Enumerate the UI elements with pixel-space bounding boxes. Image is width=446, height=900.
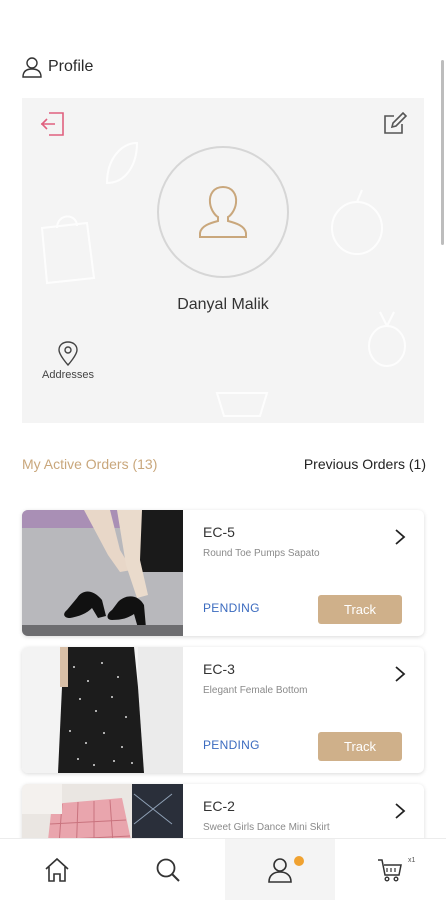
- user-name: Danyal Malik: [177, 296, 269, 313]
- page-header: Profile: [22, 56, 93, 78]
- basket-doodle-icon: [215, 392, 269, 417]
- edit-icon[interactable]: [382, 110, 408, 136]
- order-card[interactable]: EC-3 Elegant Female Bottom PENDING Track: [22, 647, 424, 773]
- order-code: EC-5: [203, 524, 235, 540]
- order-description: Elegant Female Bottom: [203, 685, 308, 696]
- order-image: [22, 510, 183, 636]
- fruit-doodle-icon: [331, 189, 383, 255]
- notification-dot: [294, 856, 304, 866]
- search-icon: [156, 858, 180, 882]
- leaf-doodle-icon: [105, 141, 139, 185]
- tab-previous-orders[interactable]: Previous Orders (1): [304, 456, 426, 472]
- order-code: EC-2: [203, 798, 235, 814]
- location-pin-icon: [58, 341, 78, 367]
- avatar-placeholder-icon: [199, 185, 247, 238]
- scrollbar[interactable]: [441, 60, 444, 245]
- nav-home[interactable]: [22, 839, 92, 900]
- cart-icon: [378, 859, 402, 882]
- page-title: Profile: [48, 58, 94, 75]
- bag-doodle-icon: [40, 215, 96, 285]
- status-badge: PENDING: [203, 601, 260, 615]
- logout-icon[interactable]: [39, 110, 67, 138]
- avatar[interactable]: [157, 146, 289, 278]
- home-icon: [45, 857, 69, 882]
- order-image: [22, 647, 183, 773]
- addresses-label: Addresses: [42, 369, 94, 381]
- addresses-button[interactable]: Addresses: [32, 341, 104, 381]
- order-description: Round Toe Pumps Sapato: [203, 548, 320, 559]
- order-code: EC-3: [203, 661, 235, 677]
- tab-active-orders[interactable]: My Active Orders (13): [22, 456, 157, 472]
- status-badge: PENDING: [203, 738, 260, 752]
- nav-profile[interactable]: [225, 839, 335, 900]
- track-button[interactable]: Track: [318, 732, 402, 761]
- orders-tabs: My Active Orders (13) Previous Orders (1…: [22, 456, 426, 478]
- order-card[interactable]: EC-5 Round Toe Pumps Sapato PENDING Trac…: [22, 510, 424, 636]
- chevron-right-icon[interactable]: [394, 528, 406, 546]
- nav-cart[interactable]: x1: [355, 839, 425, 900]
- track-button[interactable]: Track: [318, 595, 402, 624]
- cart-count: x1: [408, 857, 416, 864]
- user-icon: [22, 57, 42, 78]
- bottom-nav: x1: [0, 838, 446, 900]
- order-description: Sweet Girls Dance Mini Skirt: [203, 822, 330, 833]
- nav-search[interactable]: [133, 839, 203, 900]
- pineapple-doodle-icon: [368, 311, 406, 367]
- chevron-right-icon[interactable]: [394, 665, 406, 683]
- profile-icon: [268, 858, 292, 883]
- profile-card: Danyal Malik Addresses: [22, 98, 424, 423]
- chevron-right-icon[interactable]: [394, 802, 406, 820]
